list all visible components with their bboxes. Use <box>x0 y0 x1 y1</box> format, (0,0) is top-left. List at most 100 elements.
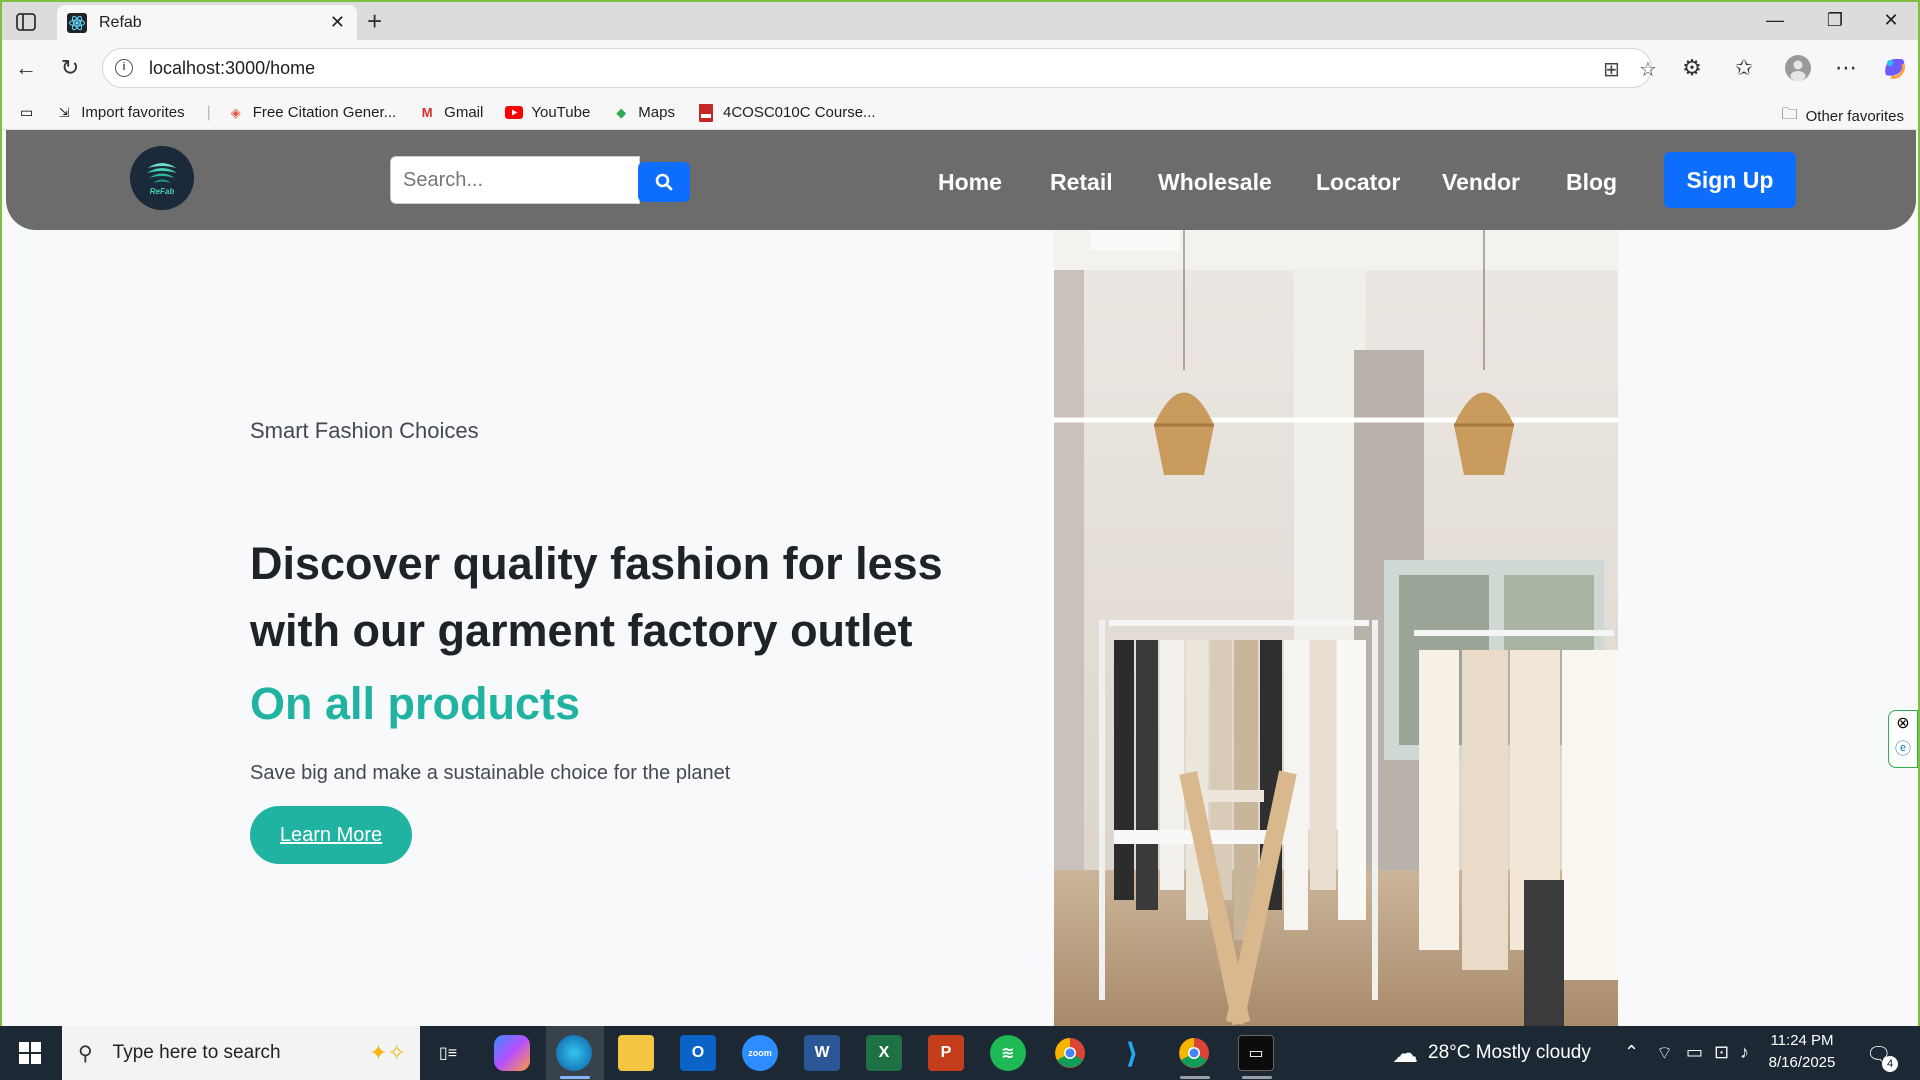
outlook-icon[interactable]: O <box>680 1035 716 1071</box>
site-info-icon[interactable]: i <box>115 59 133 77</box>
network-icon[interactable]: ⌔ <box>1656 1042 1673 1065</box>
chrome-icon[interactable] <box>1052 1035 1088 1071</box>
nav-home[interactable]: Home <box>938 162 1002 202</box>
notification-count-badge: 4 <box>1882 1056 1898 1072</box>
vscode-icon[interactable]: ⟩ <box>1114 1035 1150 1071</box>
running-indicator <box>1242 1076 1272 1079</box>
nav-blog[interactable]: Blog <box>1566 162 1617 202</box>
browser-tab-active[interactable]: Refab ✕ <box>57 5 357 40</box>
site-logo[interactable]: ReFab <box>130 146 194 210</box>
favorite-citation[interactable]: ◈ Free Citation Gener... <box>227 104 396 122</box>
close-window-icon[interactable]: ✕ <box>1876 10 1906 31</box>
hero-subtitle: Save big and make a sustainable choice f… <box>250 762 731 784</box>
search-icon <box>655 173 673 191</box>
taskbar-clock[interactable]: 11:24 PM 8/16/2025 <box>1762 1030 1842 1074</box>
nav-wholesale[interactable]: Wholesale <box>1158 162 1272 202</box>
volume-icon[interactable]: ♪ <box>1740 1042 1749 1063</box>
favorite-label: Maps <box>638 104 675 121</box>
favorite-label: Free Citation Gener... <box>252 104 397 121</box>
nav-vendor[interactable]: Vendor <box>1442 162 1520 202</box>
powerpoint-icon[interactable]: P <box>928 1035 964 1071</box>
taskbar-search-box[interactable]: ⚲ Type here to search ✦✧ <box>62 1026 420 1080</box>
tab-title: Refab <box>99 13 142 31</box>
favorite-star-icon[interactable]: ☆ <box>1639 57 1657 82</box>
cloudy-weather-icon: ☁ <box>1392 1037 1418 1068</box>
clock-time: 11:24 PM <box>1770 1032 1834 1049</box>
browser-toolbar: ← ↻ i localhost:3000/home ⊞ ☆ ⚙ ✩ ⋯ <box>2 40 1918 96</box>
favorites-icon[interactable]: ✩ <box>1730 54 1758 82</box>
logo-text: ReFab <box>149 187 175 196</box>
nav-locator[interactable]: Locator <box>1316 162 1400 202</box>
youtube-icon <box>505 104 524 122</box>
task-view-icon[interactable]: ▯≡ <box>430 1035 466 1071</box>
favorite-label: YouTube <box>531 104 591 121</box>
battery-icon[interactable]: ▭ <box>1686 1042 1703 1063</box>
sparkle-icon: ✦✧ <box>369 1040 406 1065</box>
hero-kicker: Smart Fashion Choices <box>250 418 479 443</box>
windows-start-icon[interactable] <box>12 1035 48 1071</box>
close-widget-icon[interactable]: ⊗ <box>1889 711 1917 737</box>
other-favorites-label: Other favorites <box>1805 108 1904 125</box>
import-icon: ⇲ <box>58 104 70 120</box>
favorite-import[interactable]: ⇲ Import favorites <box>55 104 185 122</box>
sidebar-toggle-icon[interactable] <box>12 10 40 34</box>
show-hidden-icons-icon[interactable]: ⌃ <box>1624 1042 1639 1063</box>
file-explorer-icon[interactable] <box>618 1035 654 1071</box>
search-button[interactable] <box>638 162 690 202</box>
favorite-gmail[interactable]: M Gmail <box>418 104 484 122</box>
terminal-icon[interactable]: ▭ <box>1238 1035 1274 1071</box>
copilot-app-icon[interactable] <box>494 1035 530 1071</box>
favorites-divider: | <box>206 103 211 121</box>
back-icon[interactable]: ← <box>12 54 40 82</box>
favorite-maps[interactable]: ◆ Maps <box>612 104 675 122</box>
folder-icon: 🗀 <box>1781 106 1798 123</box>
clock-date: 8/16/2025 <box>1768 1054 1836 1071</box>
restore-icon[interactable]: ❐ <box>1820 10 1850 31</box>
page-viewport: ReFab Search... Home Retail Wholesale Lo… <box>2 130 1918 1026</box>
new-tab-icon[interactable]: + <box>367 8 382 34</box>
address-bar[interactable]: i localhost:3000/home ⊞ ☆ <box>102 48 1657 88</box>
nav-retail[interactable]: Retail <box>1050 162 1113 202</box>
zoom-icon[interactable]: zoom <box>742 1035 778 1071</box>
hero-accent: On all products <box>250 678 581 729</box>
display-icon[interactable]: ⊡ <box>1714 1042 1729 1063</box>
app-available-icon[interactable]: ⊞ <box>1603 57 1620 82</box>
hero-title: Discover quality fashion for less with o… <box>250 538 943 656</box>
favorite-label: Gmail <box>444 104 484 121</box>
favorite-course[interactable]: 4COSC010C Course... <box>697 103 876 122</box>
excel-icon[interactable]: X <box>866 1035 902 1071</box>
favorite-youtube[interactable]: YouTube <box>505 104 590 122</box>
favorite-label: Import favorites <box>81 104 185 121</box>
gmail-icon: M <box>421 105 433 120</box>
browser-tab-strip: Refab ✕ + — ❐ ✕ <box>2 2 1918 40</box>
profile-icon[interactable] <box>1784 54 1812 82</box>
favorite-label: 4COSC010C Course... <box>722 104 876 121</box>
chrome-profile-icon[interactable] <box>1176 1035 1212 1071</box>
learn-more-button[interactable]: Learn More <box>250 806 412 864</box>
spotify-icon[interactable]: ≋ <box>990 1035 1026 1071</box>
tab-actions-icon[interactable]: ▭ <box>20 104 33 121</box>
edge-widget-icon[interactable]: ⓔ <box>1889 737 1917 763</box>
site-navbar: ReFab Search... Home Retail Wholesale Lo… <box>6 130 1916 230</box>
other-favorites[interactable]: 🗀 Other favorites <box>1782 103 1904 130</box>
side-extension-widget[interactable]: ⊗ ⓔ <box>1888 710 1918 768</box>
search-icon: ⚲ <box>78 1042 93 1065</box>
minimize-icon[interactable]: — <box>1760 10 1790 31</box>
close-tab-icon[interactable]: ✕ <box>330 12 345 33</box>
word-icon[interactable]: W <box>804 1035 840 1071</box>
site-search-input[interactable]: Search... <box>390 156 640 204</box>
refresh-icon[interactable]: ↻ <box>56 54 84 82</box>
taskbar-search-placeholder: Type here to search <box>112 1042 281 1063</box>
more-options-icon[interactable]: ⋯ <box>1832 54 1860 82</box>
copilot-icon[interactable] <box>1880 54 1908 82</box>
running-indicator <box>1180 1076 1210 1079</box>
favorites-bar: ▭ ⇲ Import favorites | ◈ Free Citation Gen… <box>2 96 1918 130</box>
sign-up-button[interactable]: Sign Up <box>1664 152 1796 208</box>
react-favicon-icon <box>67 12 87 33</box>
extensions-icon[interactable]: ⚙ <box>1678 54 1706 82</box>
edge-app-icon[interactable] <box>556 1035 592 1071</box>
citation-icon: ◈ <box>230 104 241 120</box>
weather-widget[interactable]: ☁ 28°C Mostly cloudy <box>1392 1026 1591 1080</box>
screen: Refab ✕ + — ❐ ✕ ← ↻ i localhost:3000/hom… <box>0 0 1920 1080</box>
pdf-icon <box>697 103 715 122</box>
